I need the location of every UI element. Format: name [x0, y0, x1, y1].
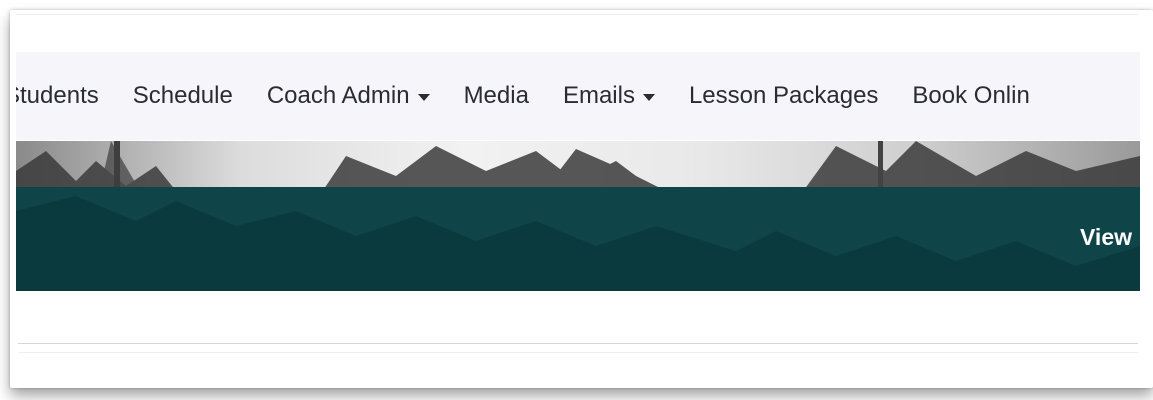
nav-item-coach-admin[interactable]: Coach Admin: [267, 82, 430, 110]
nav-list: Students Schedule Coach Admin Media Emai…: [16, 52, 1064, 140]
nav-item-book-online[interactable]: Book Onlin: [912, 82, 1029, 110]
caret-down-icon: [642, 93, 655, 101]
nav-item-label: Lesson Packages: [688, 82, 879, 109]
nav-item-label: Media: [463, 82, 529, 109]
main-navbar: Students Schedule Coach Admin Media Emai…: [16, 52, 1140, 140]
divider: [16, 14, 1138, 15]
view-link[interactable]: View: [1080, 224, 1132, 251]
nav-item-lesson-packages[interactable]: Lesson Packages: [689, 82, 878, 110]
nav-item-emails[interactable]: Emails: [563, 82, 655, 110]
nav-item-label: Students: [16, 82, 99, 109]
nav-item-label: Schedule: [132, 82, 233, 109]
nav-item-label: Book Onlin: [912, 82, 1030, 109]
hero-banner: View: [16, 141, 1140, 291]
nav-item-label: Coach Admin: [266, 82, 410, 109]
divider: [18, 352, 1138, 353]
nav-item-students[interactable]: Students: [16, 82, 99, 110]
caret-down-icon: [417, 93, 430, 101]
nav-item-label: Emails: [562, 82, 635, 109]
nav-item-schedule[interactable]: Schedule: [133, 82, 233, 110]
divider: [18, 343, 1138, 344]
forest-shadow-overlay: [16, 196, 1140, 291]
nav-item-media[interactable]: Media: [464, 82, 529, 110]
